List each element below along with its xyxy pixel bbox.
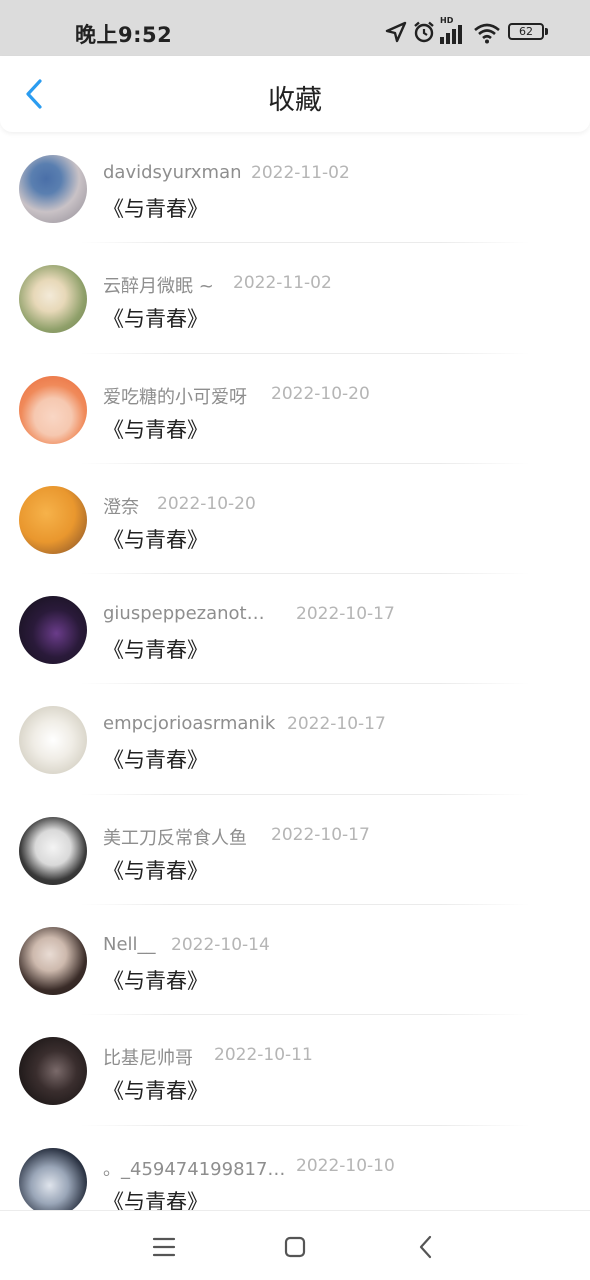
list-item[interactable]: empcjorioasrmanik 2022-10-17 《与青春》 <box>0 684 590 795</box>
favorite-date: 2022-10-14 <box>171 935 270 956</box>
menu-icon <box>152 1237 176 1257</box>
work-title[interactable]: 《与青春》 <box>103 965 208 995</box>
list-item[interactable]: Nell__ 2022-10-14 《与青春》 <box>0 905 590 1016</box>
user-avatar[interactable] <box>19 375 87 444</box>
list-item[interactable]: 爱吃糖的小可爱呀 2022-10-20 《与青春》 <box>0 354 590 464</box>
home-square-icon <box>284 1236 306 1258</box>
user-avatar[interactable] <box>19 155 87 223</box>
header: 收藏 <box>0 56 590 132</box>
favorite-date: 2022-10-20 <box>271 383 370 404</box>
system-back-button[interactable] <box>408 1229 444 1265</box>
list-item[interactable]: giuspeppezanot… 2022-10-17 《与青春》 <box>0 574 590 685</box>
user-avatar[interactable] <box>19 596 87 665</box>
user-avatar[interactable] <box>19 816 87 885</box>
favorite-date: 2022-10-17 <box>296 604 395 625</box>
user-avatar[interactable] <box>19 927 87 996</box>
back-triangle-icon <box>419 1235 432 1259</box>
work-title[interactable]: 《与青春》 <box>103 193 208 223</box>
username[interactable]: Nell__ <box>103 934 156 955</box>
work-title[interactable]: 《与青春》 <box>103 303 208 333</box>
favorite-date: 2022-11-02 <box>233 273 332 294</box>
screen: 晚上9:52 HD 62 收藏 davidsyurxman 2022-11-02… <box>0 0 590 1280</box>
list-item[interactable]: 比基尼帅哥 2022-10-11 《与青春》 <box>0 1015 590 1126</box>
wifi-icon <box>474 23 500 44</box>
favorite-date: 2022-11-02 <box>251 163 350 183</box>
username[interactable]: 美工刀反常食人鱼 <box>103 824 247 850</box>
work-title[interactable]: 《与青春》 <box>103 855 208 885</box>
work-title[interactable]: 《与青春》 <box>103 414 208 444</box>
username[interactable]: 云醉月微眠 ~ <box>103 272 214 298</box>
user-avatar[interactable] <box>19 265 87 334</box>
username[interactable]: giuspeppezanot… <box>103 603 265 624</box>
favorite-date: 2022-10-17 <box>271 824 370 845</box>
work-title[interactable]: 《与青春》 <box>103 744 208 774</box>
user-avatar[interactable] <box>19 1037 87 1106</box>
battery-icon: 62 <box>508 23 544 40</box>
battery-level: 62 <box>519 25 533 38</box>
location-icon <box>385 21 407 43</box>
list-item[interactable]: davidsyurxman 2022-11-02 《与青春》 <box>0 133 590 244</box>
user-avatar[interactable] <box>19 485 87 554</box>
username[interactable]: davidsyurxman <box>103 162 242 183</box>
favorite-date: 2022-10-20 <box>157 493 256 514</box>
system-nav-bar <box>0 1210 590 1280</box>
status-bar: 晚上9:52 HD 62 <box>0 0 590 56</box>
menu-button[interactable] <box>146 1229 182 1265</box>
work-title[interactable]: 《与青春》 <box>103 524 208 554</box>
username[interactable]: 。_459474199817… <box>103 1155 285 1181</box>
alarm-icon <box>414 21 434 43</box>
list-item[interactable]: 美工刀反常食人鱼 2022-10-17 《与青春》 <box>0 795 590 906</box>
home-button[interactable] <box>277 1229 313 1265</box>
favorites-list: davidsyurxman 2022-11-02 《与青春》 云醉月微眠 ~ 2… <box>0 133 590 1210</box>
status-icons: HD 62 <box>384 16 554 48</box>
favorite-date: 2022-10-11 <box>214 1045 313 1066</box>
favorite-date: 2022-10-17 <box>287 714 386 735</box>
work-title[interactable]: 《与青春》 <box>103 1075 208 1105</box>
work-title[interactable]: 《与青春》 <box>103 1186 208 1210</box>
username[interactable]: 澄奈 <box>103 493 139 519</box>
battery-tip <box>545 28 548 35</box>
list-item[interactable]: 。_459474199817… 2022-10-10 《与青春》 <box>0 1126 590 1210</box>
username[interactable]: 比基尼帅哥 <box>103 1044 193 1070</box>
page-title: 收藏 <box>268 85 322 116</box>
status-time: 晚上9:52 <box>75 23 173 47</box>
user-avatar[interactable] <box>19 706 87 775</box>
username[interactable]: empcjorioasrmanik <box>103 713 275 734</box>
work-title[interactable]: 《与青春》 <box>103 634 208 664</box>
signal-icon <box>440 25 462 44</box>
favorite-date: 2022-10-10 <box>296 1155 395 1176</box>
list-item[interactable]: 澄奈 2022-10-20 《与青春》 <box>0 464 590 575</box>
list-item[interactable]: 云醉月微眠 ~ 2022-11-02 《与青春》 <box>0 243 590 354</box>
username[interactable]: 爱吃糖的小可爱呀 <box>103 383 247 409</box>
user-avatar[interactable] <box>19 1147 87 1210</box>
